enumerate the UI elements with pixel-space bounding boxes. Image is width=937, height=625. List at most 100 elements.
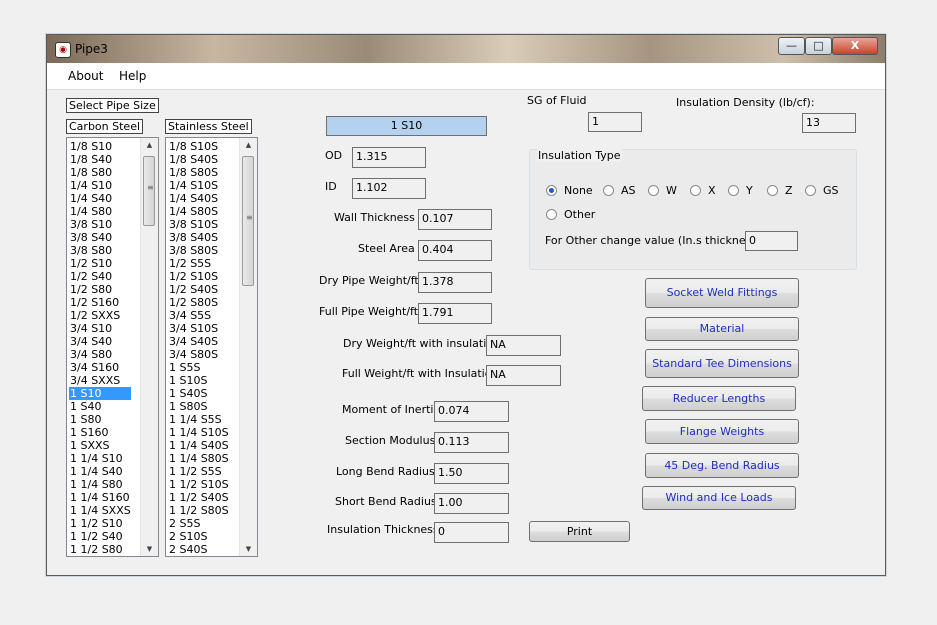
list-item[interactable]: 3/8 S80 xyxy=(69,244,131,257)
list-item[interactable]: 1/4 S40S xyxy=(168,192,229,205)
radio-w[interactable] xyxy=(648,185,659,196)
list-item[interactable]: 1 1/2 S40 xyxy=(69,530,131,543)
dry-weight-field[interactable]: 1.378 xyxy=(418,272,492,293)
list-item[interactable]: 1 1/4 S160 xyxy=(69,491,131,504)
menu-help[interactable]: Help xyxy=(119,69,146,83)
list-item[interactable]: 1/4 S10S xyxy=(168,179,229,192)
list-item[interactable]: 3/4 SXXS xyxy=(69,374,131,387)
list-item[interactable]: 1 1/2 S10S xyxy=(168,478,229,491)
list-item[interactable]: 1/4 S40 xyxy=(69,192,131,205)
list-item[interactable]: 1/4 S80S xyxy=(168,205,229,218)
list-item[interactable]: 1/8 S80 xyxy=(69,166,131,179)
list-item[interactable]: 3/4 S5S xyxy=(168,309,229,322)
list-item[interactable]: 1 1/2 S10 xyxy=(69,517,131,530)
list-item[interactable]: 2 S10S xyxy=(168,530,229,543)
full-weight-field[interactable]: 1.791 xyxy=(418,303,492,324)
id-field[interactable]: 1.102 xyxy=(352,178,426,199)
list-item[interactable]: 3/4 S160 xyxy=(69,361,131,374)
full-weight-ins-field[interactable]: NA xyxy=(486,365,561,386)
list-item[interactable]: 1 S80 xyxy=(69,413,131,426)
list-item[interactable]: 1/2 S160 xyxy=(69,296,131,309)
list-item[interactable]: 1/2 S80 xyxy=(69,283,131,296)
list-item[interactable]: 1/8 S10S xyxy=(168,140,229,153)
radio-other[interactable] xyxy=(546,209,557,220)
insulation-density-field[interactable]: 13 xyxy=(802,113,856,133)
print-button[interactable]: Print xyxy=(529,521,630,542)
list-item[interactable]: 2 S5S xyxy=(168,517,229,530)
list-item[interactable]: 1 SXXS xyxy=(69,439,131,452)
list-item[interactable]: 3/4 S80 xyxy=(69,348,131,361)
scroll-down-icon[interactable]: ▼ xyxy=(141,542,158,556)
list-item[interactable]: 1/2 SXXS xyxy=(69,309,131,322)
dry-weight-ins-field[interactable]: NA xyxy=(486,335,561,356)
list-item[interactable]: 1 1/2 S80S xyxy=(168,504,229,517)
radio-gs[interactable] xyxy=(805,185,816,196)
section-modulus-field[interactable]: 0.113 xyxy=(434,432,509,453)
list-item[interactable]: 1 1/4 S80 xyxy=(69,478,131,491)
list-item[interactable]: 3/8 S10 xyxy=(69,218,131,231)
wall-thickness-field[interactable]: 0.107 xyxy=(418,209,492,230)
flange-weights-button[interactable]: Flange Weights xyxy=(645,419,799,444)
list-item[interactable]: 1 1/4 S10S xyxy=(168,426,229,439)
list-item[interactable]: 1/2 S10S xyxy=(168,270,229,283)
sg-fluid-field[interactable]: 1 xyxy=(588,112,642,132)
list-item[interactable]: 1 1/2 S40S xyxy=(168,491,229,504)
list-item[interactable]: 3/4 S40S xyxy=(168,335,229,348)
list-item[interactable]: 3/8 S80S xyxy=(168,244,229,257)
list-item[interactable]: 1 1/4 S5S xyxy=(168,413,229,426)
list-item[interactable]: 1/8 S40 xyxy=(69,153,131,166)
list-item[interactable]: 1 S40 xyxy=(69,400,131,413)
short-bend-radius-field[interactable]: 1.00 xyxy=(434,493,509,514)
list-item[interactable]: 1 S160 xyxy=(69,426,131,439)
list-item[interactable]: 1/4 S10 xyxy=(69,179,131,192)
radio-as[interactable] xyxy=(603,185,614,196)
material-button[interactable]: Material xyxy=(645,317,799,341)
list-item[interactable]: 1 1/4 S10 xyxy=(69,452,131,465)
list-item[interactable]: 1 S10 xyxy=(69,387,131,400)
scroll-down-icon[interactable]: ▼ xyxy=(240,542,257,556)
list-item[interactable]: 1/8 S40S xyxy=(168,153,229,166)
list-item[interactable]: 1/2 S40 xyxy=(69,270,131,283)
wind-ice-loads-button[interactable]: Wind and Ice Loads xyxy=(642,486,796,510)
list-item[interactable]: 3/4 S10 xyxy=(69,322,131,335)
scroll-thumb[interactable]: ≡ xyxy=(242,156,254,286)
radio-none[interactable] xyxy=(546,185,557,196)
list-item[interactable]: 1/8 S10 xyxy=(69,140,131,153)
list-item[interactable]: 1/2 S40S xyxy=(168,283,229,296)
title-bar[interactable]: ◉ Pipe3 — □ X xyxy=(47,35,885,63)
minimize-icon[interactable]: — xyxy=(778,37,805,55)
list-item[interactable]: 1 1/4 S80S xyxy=(168,452,229,465)
insulation-thickness-field[interactable]: 0 xyxy=(434,522,509,543)
moment-of-inertia-field[interactable]: 0.074 xyxy=(434,401,509,422)
carbon-steel-list[interactable]: 1/8 S10 1/8 S40 1/8 S80 1/4 S10 1/4 S40 1/4 S… xyxy=(66,137,159,557)
menu-about[interactable]: About xyxy=(68,69,103,83)
standard-tee-dimensions-button[interactable]: Standard Tee Dimensions xyxy=(645,349,799,378)
reducer-lengths-button[interactable]: Reducer Lengths xyxy=(642,386,796,411)
other-change-field[interactable]: 0 xyxy=(745,231,798,251)
long-bend-radius-field[interactable]: 1.50 xyxy=(434,463,509,484)
list-item[interactable]: 3/4 S80S xyxy=(168,348,229,361)
list-item[interactable]: 1 S40S xyxy=(168,387,229,400)
radio-y[interactable] xyxy=(728,185,739,196)
list-item[interactable]: 1 1/4 SXXS xyxy=(69,504,131,517)
stainless-steel-list[interactable]: 1/8 S10S 1/8 S40S 1/8 S80S 1/4 S10S 1/4 S40S… xyxy=(165,137,258,557)
list-item[interactable]: 1/4 S80 xyxy=(69,205,131,218)
list-item[interactable]: 3/4 S40 xyxy=(69,335,131,348)
list-item[interactable]: 1 1/4 S40S xyxy=(168,439,229,452)
list-item[interactable]: 1 1/2 S80 xyxy=(69,543,131,556)
radio-z[interactable] xyxy=(767,185,778,196)
list-item[interactable]: 1/2 S5S xyxy=(168,257,229,270)
radio-x[interactable] xyxy=(690,185,701,196)
scroll-up-icon[interactable]: ▲ xyxy=(141,138,158,152)
list-item[interactable]: 1 S80S xyxy=(168,400,229,413)
socket-weld-fittings-button[interactable]: Socket Weld Fittings xyxy=(645,278,799,308)
list-item[interactable]: 1/8 S80S xyxy=(168,166,229,179)
list-item[interactable]: 1/2 S10 xyxy=(69,257,131,270)
list-item[interactable]: 3/4 S10S xyxy=(168,322,229,335)
carbon-scrollbar[interactable]: ▲ ≡ ▼ xyxy=(140,138,158,556)
close-icon[interactable]: X xyxy=(832,37,878,55)
list-item[interactable]: 1 1/4 S40 xyxy=(69,465,131,478)
od-field[interactable]: 1.315 xyxy=(352,147,426,168)
list-item[interactable]: 3/8 S10S xyxy=(168,218,229,231)
scroll-thumb[interactable]: ≡ xyxy=(143,156,155,226)
